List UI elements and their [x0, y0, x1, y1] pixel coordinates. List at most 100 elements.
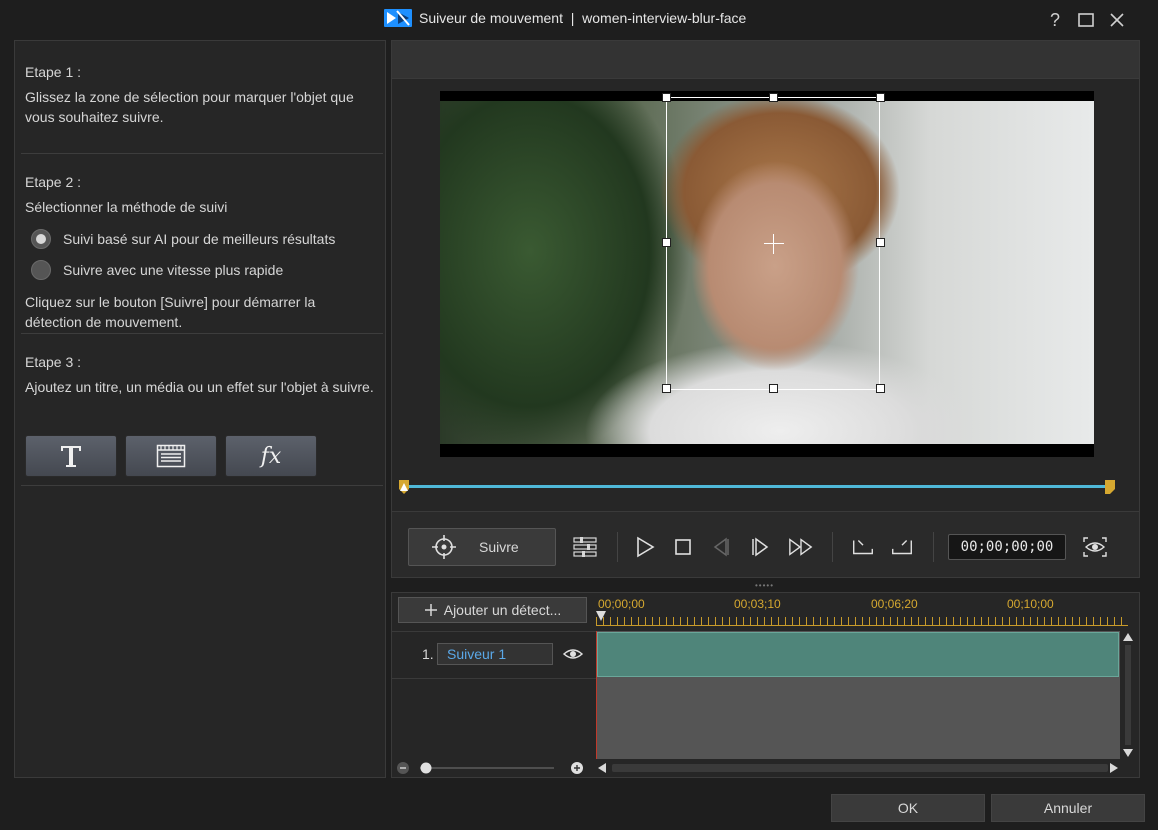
help-icon: ?	[1049, 9, 1060, 30]
step2-heading: Etape 2 :	[25, 174, 82, 190]
resize-handle-bottom-left[interactable]	[662, 384, 671, 393]
mark-out-icon	[892, 540, 912, 555]
ruler-baseline	[596, 625, 1128, 626]
track-options-icon	[573, 537, 597, 557]
add-tracker-label: Ajouter un détect...	[443, 602, 562, 618]
next-frame-button[interactable]	[747, 534, 773, 560]
radio-ai-tracking[interactable]: Suivi basé sur AI pour de meilleurs résu…	[31, 229, 335, 249]
resize-handle-bottom-right[interactable]	[876, 384, 885, 393]
help-button[interactable]: ?	[1043, 8, 1067, 32]
resize-handle-bottom[interactable]	[769, 384, 778, 393]
playhead-marker[interactable]	[596, 611, 606, 621]
add-media-button[interactable]	[125, 435, 217, 477]
title-group: Suiveur de mouvement | women-interview-b…	[383, 8, 746, 28]
ruler-label: 00;03;10	[734, 597, 781, 611]
center-crosshair-icon	[764, 243, 784, 244]
playback-controls: Suivre 00;00;00;00	[392, 511, 1139, 577]
time-ruler[interactable]: 00;00;00 00;03;10 00;06;20 00;10;00	[596, 593, 1128, 629]
fast-forward-button[interactable]	[788, 534, 814, 560]
media-clapper-icon	[156, 444, 186, 468]
radio-ai-label: Suivi basé sur AI pour de meilleurs résu…	[63, 231, 336, 247]
ruler-ticks	[596, 617, 1128, 625]
preview-eye-icon	[1083, 537, 1107, 557]
resize-handle-left[interactable]	[662, 238, 671, 247]
timecode-display[interactable]: 00;00;00;00	[948, 534, 1066, 560]
crosshair-icon	[432, 535, 456, 559]
instructions-panel: Etape 1 : Glissez la zone de sélection p…	[14, 40, 386, 778]
add-tracker-button[interactable]: Ajouter un détect...	[398, 597, 587, 623]
tracker-clip[interactable]	[597, 632, 1119, 677]
ruler-label: 00;06;20	[871, 597, 918, 611]
play-button[interactable]	[632, 534, 658, 560]
resize-handle-top-right[interactable]	[876, 93, 885, 102]
track-button[interactable]: Suivre	[408, 528, 556, 566]
previous-frame-button[interactable]	[708, 534, 734, 560]
step3-text: Ajoutez un titre, un média ou un effet s…	[25, 379, 374, 395]
track-button-label: Suivre	[479, 539, 519, 555]
divider	[21, 485, 383, 486]
effect-fx-icon: fx	[260, 443, 282, 469]
stop-button[interactable]	[670, 534, 696, 560]
title-T-icon	[61, 446, 81, 467]
tracker-timeline: Ajouter un détect... 00;00;00 00;03;10 0…	[391, 592, 1140, 778]
play-icon	[637, 536, 655, 558]
preview-header	[392, 41, 1139, 79]
plus-icon	[424, 604, 437, 616]
ok-button[interactable]: OK	[831, 794, 985, 822]
track-name-field[interactable]: Suiveur 1	[437, 643, 553, 665]
divider	[933, 532, 934, 562]
radio-fast-label: Suivre avec une vitesse plus rapide	[63, 262, 284, 278]
radio-ai-button[interactable]	[31, 229, 51, 249]
step2-text: Sélectionner la méthode de suivi	[25, 199, 228, 215]
mark-in-button[interactable]	[850, 534, 876, 560]
horizontal-scrollbar[interactable]	[596, 761, 1128, 775]
add-title-button[interactable]	[25, 435, 117, 477]
timeline-zoom-slider[interactable]	[396, 761, 592, 775]
close-button[interactable]	[1105, 8, 1129, 32]
close-icon	[1110, 13, 1124, 27]
resize-handle-top[interactable]	[769, 93, 778, 102]
prev-frame-icon	[713, 537, 729, 557]
playhead-line	[596, 631, 597, 759]
step3-heading: Etape 3 :	[25, 354, 82, 370]
track-number: 1.	[422, 646, 434, 662]
mark-in-icon	[853, 540, 873, 555]
video-preview[interactable]	[440, 91, 1094, 457]
center-crosshair-icon	[773, 234, 774, 254]
slider-start-handle[interactable]	[397, 479, 411, 495]
maximize-icon	[1078, 13, 1094, 27]
mark-out-button[interactable]	[889, 534, 915, 560]
preview-toggle-button[interactable]	[1082, 534, 1108, 560]
slider-end-handle[interactable]	[1104, 479, 1116, 495]
vertical-scrollbar[interactable]	[1122, 631, 1134, 759]
resize-handle-top-left[interactable]	[662, 93, 671, 102]
add-effect-button[interactable]: fx	[225, 435, 317, 477]
panel-splitter-handle[interactable]: •••••	[755, 582, 779, 590]
fast-forward-icon	[789, 538, 813, 556]
maximize-button[interactable]	[1074, 8, 1098, 32]
step1-heading: Etape 1 :	[25, 64, 82, 80]
track-options-button[interactable]	[572, 534, 598, 560]
divider	[21, 153, 383, 154]
resize-handle-right[interactable]	[876, 238, 885, 247]
window-title: Suiveur de mouvement | women-interview-b…	[419, 10, 747, 26]
radio-fast-button[interactable]	[31, 260, 51, 280]
step2-hint: Cliquez sur le bouton [Suivre] pour déma…	[25, 294, 316, 330]
ruler-label: 00;00;00	[598, 597, 645, 611]
ruler-label: 00;10;00	[1007, 597, 1054, 611]
cancel-button[interactable]: Annuler	[991, 794, 1145, 822]
timeline-slider[interactable]	[404, 485, 1110, 488]
next-frame-icon	[752, 537, 769, 557]
divider	[21, 333, 383, 334]
track-area[interactable]	[596, 631, 1120, 759]
tracking-selection-box[interactable]	[662, 93, 885, 393]
divider	[617, 532, 618, 562]
stop-icon	[675, 539, 691, 555]
divider	[832, 532, 833, 562]
title-bar: Suiveur de mouvement | women-interview-b…	[0, 0, 1158, 38]
preview-panel: Suivre 00;00;00;00	[391, 40, 1140, 578]
radio-fast-tracking[interactable]: Suivre avec une vitesse plus rapide	[31, 260, 283, 280]
track-visibility-eye-icon[interactable]	[562, 644, 584, 664]
step1-text: Glissez la zone de sélection pour marque…	[25, 89, 354, 125]
track-header: 1. Suiveur 1	[392, 631, 596, 679]
